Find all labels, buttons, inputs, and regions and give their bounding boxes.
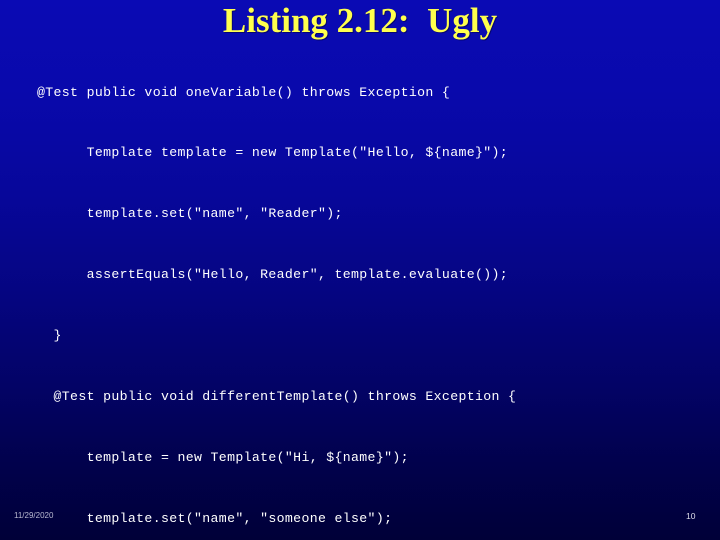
code-line: template.set("name", "Reader");	[37, 206, 343, 222]
code-line: @Test public void differentTemplate() th…	[37, 389, 517, 405]
code-line: }	[37, 328, 62, 344]
code-line: @Test public void oneVariable() throws E…	[37, 84, 451, 100]
page-title: Listing 2.12: Ugly	[222, 1, 498, 40]
slide-number: 10	[686, 511, 696, 521]
code-line: template.set("name", "someone else");	[37, 510, 393, 526]
footer-date: 11/29/2020	[14, 511, 54, 520]
presentation-slide: Listing 2.12: Ugly @Test public void one…	[0, 0, 720, 540]
code-line: template = new Template("Hi, ${name}");	[37, 449, 409, 465]
code-line: assertEquals("Hello, Reader", template.e…	[37, 267, 509, 283]
code-line: Template template = new Template("Hello,…	[37, 145, 509, 161]
code-listing: @Test public void oneVariable() throws E…	[37, 42, 697, 540]
